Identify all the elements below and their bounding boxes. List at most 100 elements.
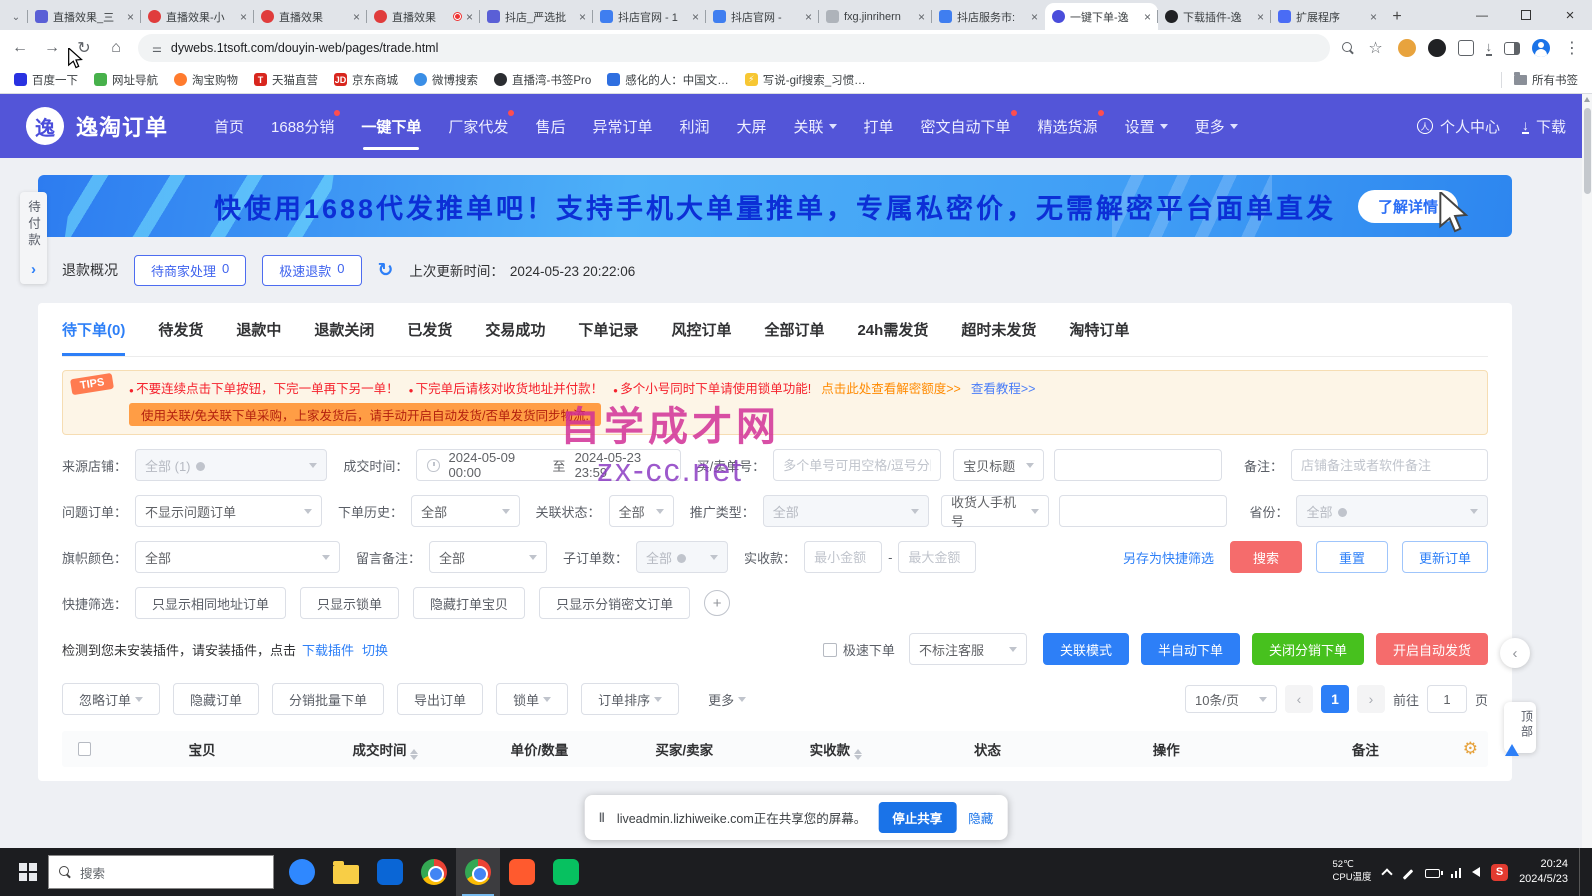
taskbar-wechat[interactable] [544,848,588,896]
column-settings-gear-icon[interactable]: ⚙ [1463,739,1478,759]
close-button[interactable]: × [1548,0,1592,30]
nav-item-1688[interactable]: 1688分销 [271,94,334,158]
browser-tab[interactable]: 下载插件-逸× [1158,3,1271,30]
browser-tab[interactable]: 抖店服务市:× [932,3,1045,30]
bookmark-item[interactable]: ⚡写说-gif搜索_习惯… [745,72,866,88]
tab-risk-orders[interactable]: 风控订单 [671,319,731,356]
update-orders-button[interactable]: 更新订单 [1402,541,1488,573]
app-logo[interactable]: 逸 [26,107,64,145]
zoom-icon[interactable] [1342,42,1354,54]
export-orders-button[interactable]: 导出订单 [397,683,483,715]
tab-close-icon[interactable]: × [127,10,134,24]
next-page-button[interactable]: › [1357,685,1385,713]
stop-sharing-button[interactable]: 停止共享 [878,802,956,833]
nav-item-home[interactable]: 首页 [214,94,244,158]
suborder-count-select[interactable]: 全部 [636,541,728,573]
site-settings-icon[interactable]: ⚌ [152,42,163,55]
scrollbar-thumb[interactable] [1584,108,1591,194]
nav-item-aftersale[interactable]: 售后 [535,94,565,158]
more-actions-button[interactable]: 更多 [692,683,762,715]
quick-cipher-only-button[interactable]: 只显示分销密文订单 [539,587,690,619]
paid-min-input[interactable] [804,541,882,573]
switch-link[interactable]: 切换 [362,640,388,659]
side-panel-icon[interactable] [1504,42,1520,55]
quick-locked-button[interactable]: 只显示锁单 [300,587,399,619]
tab-close-icon[interactable]: × [805,10,812,24]
flag-color-select[interactable]: 全部 [135,541,340,573]
tab-order-history[interactable]: 下单记录 [578,319,638,356]
tab-close-icon[interactable]: × [692,10,699,24]
tab-pending-order[interactable]: 待下单(0) [62,319,125,356]
taskbar-store[interactable] [368,848,412,896]
order-sort-button[interactable]: 订单排序 [581,683,679,715]
new-tab-button[interactable]: + [1384,4,1410,30]
save-quick-filter-link[interactable]: 另存为快捷筛选 [1123,548,1214,567]
bookmark-item[interactable]: 网址导航 [94,72,158,88]
fast-order-checkbox[interactable]: 极速下单 [823,640,895,659]
browser-tab[interactable]: 扩展程序× [1271,3,1384,30]
promo-type-select[interactable]: 全部 [763,495,929,527]
tab-completed[interactable]: 交易成功 [485,319,545,356]
add-quick-filter-button[interactable]: + [704,590,730,616]
search-button[interactable]: 搜索 [1230,541,1302,573]
download-button[interactable]: ↓下载 [1522,94,1566,158]
profile-avatar[interactable] [1532,39,1550,57]
show-desktop-button[interactable] [1579,848,1584,896]
nav-item-relation[interactable]: 关联 [794,94,837,158]
tab-search-chevron-icon[interactable]: ⌄ [4,4,28,30]
bookmark-item[interactable]: 感化的人：中国文… [607,72,729,88]
tab-taote[interactable]: 淘特订单 [1069,319,1129,356]
bookmark-item[interactable]: 微博搜索 [414,72,478,88]
expand-chevron-icon[interactable]: › [20,261,47,278]
order-history-select[interactable]: 全部 [411,495,519,527]
refresh-icon[interactable]: ↻ [378,259,394,282]
current-page-button[interactable]: 1 [1321,685,1349,713]
downloads-icon[interactable]: ↓ [1486,40,1493,56]
paid-max-input[interactable] [898,541,976,573]
browser-tab-active[interactable]: 一键下单-逸× [1045,3,1158,30]
address-bar[interactable]: ⚌ dywebs.1tsoft.com/douyin-web/pages/tra… [138,34,1330,62]
extension-pet-icon[interactable] [1398,39,1416,57]
select-all-checkbox[interactable] [78,742,91,756]
problem-order-select[interactable]: 不显示问题订单 [135,495,322,527]
tab-close-icon[interactable]: × [466,10,473,24]
title-field-select[interactable]: 宝贝标题 [953,449,1044,481]
nav-item-profit[interactable]: 利润 [679,94,709,158]
browser-tab[interactable]: 抖店_严选批× [480,3,593,30]
auto-ship-button[interactable]: 开启自动发货 [1376,633,1488,665]
browser-tab[interactable]: 抖店官网 -× [706,3,819,30]
taskbar-search[interactable]: 搜索 [48,855,274,889]
message-remark-select[interactable]: 全部 [429,541,547,573]
province-select[interactable]: 全部 [1296,495,1488,527]
bookmark-star-icon[interactable]: ☆ [1366,38,1386,58]
reset-button[interactable]: 重置 [1316,541,1388,573]
tab-shipped[interactable]: 已发货 [407,319,452,356]
phone-input[interactable] [1059,495,1227,527]
remark-input[interactable] [1291,449,1488,481]
title-keyword-input[interactable] [1054,449,1222,481]
bookmark-item[interactable]: 淘宝购物 [174,72,238,88]
tab-close-icon[interactable]: × [579,10,586,24]
relation-state-select[interactable]: 全部 [609,495,674,527]
source-store-select[interactable]: 全部 (1) [135,449,327,481]
extensions-puzzle-icon[interactable] [1458,40,1474,56]
battery-icon[interactable] [1425,869,1440,878]
nav-item-settings[interactable]: 设置 [1125,94,1168,158]
browser-tab[interactable]: 直播效果× [367,3,480,30]
promo-banner[interactable]: 快使用1688代发推单吧！支持手机大单量推单，专属私密价，无需解密平台面单直发 … [38,175,1512,237]
scrollbar[interactable] [1582,94,1592,848]
extension-dark-icon[interactable] [1428,39,1446,57]
tab-24h-ship[interactable]: 24h需发货 [857,319,928,356]
quota-link[interactable]: 点击此处查看解密额度>> [821,378,961,397]
nav-item-one-click-order[interactable]: 一键下单 [361,94,421,158]
browser-tab[interactable]: 直播效果_三× [28,3,141,30]
nav-item-bigscreen[interactable]: 大屏 [736,94,766,158]
scroll-up-arrow-icon[interactable] [1584,97,1590,102]
taskbar-chrome-active[interactable] [456,848,500,896]
hide-order-button[interactable]: 隐藏订单 [173,683,259,715]
bookmark-item[interactable]: 百度一下 [14,72,78,88]
tab-close-icon[interactable]: × [1370,10,1377,24]
browser-tab[interactable]: 直播效果× [254,3,367,30]
taskbar-file-explorer[interactable] [324,848,368,896]
prev-page-button[interactable]: ‹ [1285,685,1313,713]
